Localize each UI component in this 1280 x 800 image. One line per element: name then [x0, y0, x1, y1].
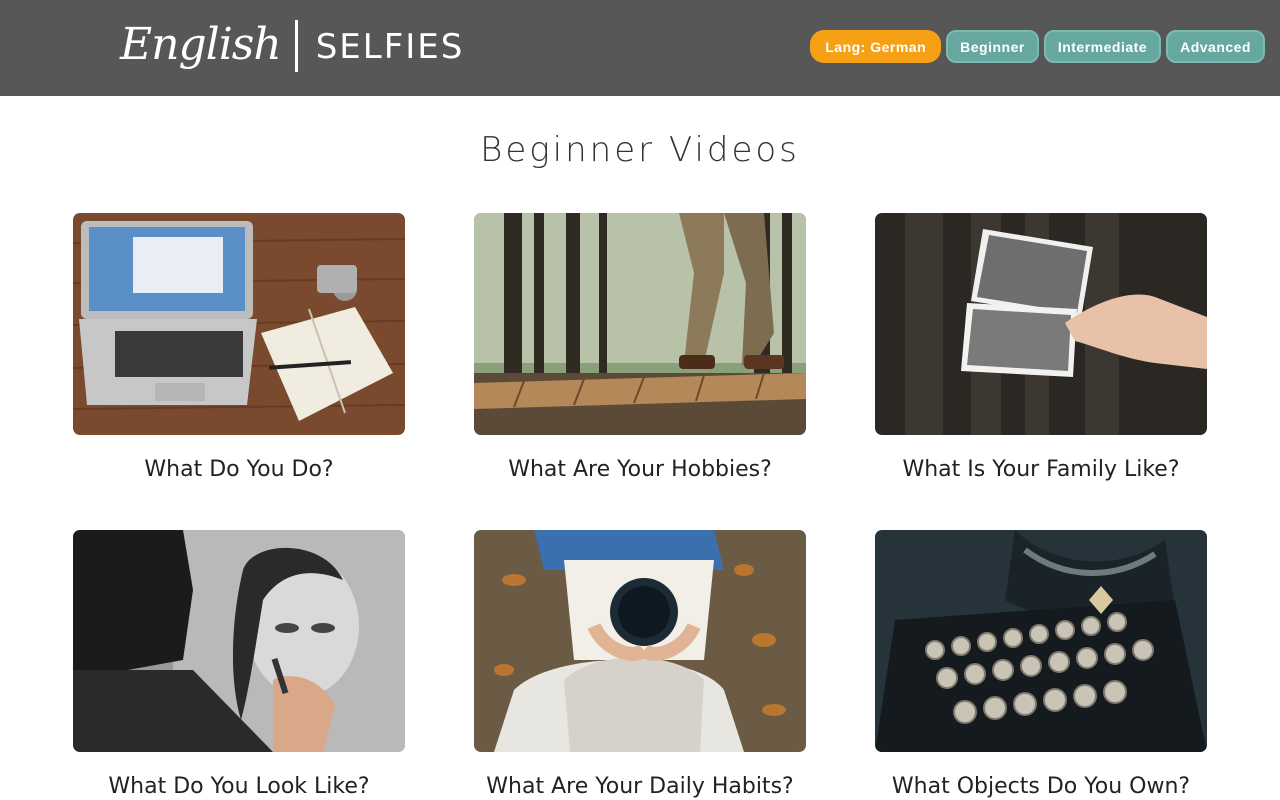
- coffee-cup-photo[interactable]: [474, 530, 806, 752]
- video-card[interactable]: What Is Your Family Like?: [875, 213, 1207, 485]
- video-title[interactable]: What Do You Look Like?: [73, 772, 405, 800]
- video-title[interactable]: What Is Your Family Like?: [875, 455, 1207, 485]
- typewriter-photo[interactable]: [875, 530, 1207, 752]
- video-title[interactable]: What Objects Do You Own?: [875, 772, 1207, 800]
- video-grid: What Do You Do? What Are Your Hobbies? W…: [73, 213, 1207, 800]
- video-title[interactable]: What Are Your Daily Habits?: [474, 772, 806, 800]
- old-family-photos[interactable]: [875, 213, 1207, 435]
- video-title[interactable]: What Are Your Hobbies?: [474, 455, 806, 485]
- typewriter-image: [875, 530, 1207, 752]
- forest-walk-photo[interactable]: [474, 213, 806, 435]
- page-title: Beginner Videos: [480, 130, 800, 170]
- video-title[interactable]: What Do You Do?: [73, 455, 405, 485]
- logo-divider: [294, 20, 298, 72]
- video-card[interactable]: What Are Your Daily Habits?: [474, 530, 806, 800]
- intermediate-button[interactable]: Intermediate: [1043, 30, 1162, 63]
- video-card[interactable]: What Do You Do?: [73, 213, 405, 485]
- portrait-drawing-image: [73, 530, 405, 752]
- site-header: English SELFIES Lang: German Beginner In…: [0, 0, 1280, 96]
- coffee-cup-image: [474, 530, 806, 752]
- laptop-notebook-photo[interactable]: [73, 213, 405, 435]
- video-card[interactable]: What Do You Look Like?: [73, 530, 405, 800]
- logo-selfies-text: SELFIES: [315, 27, 465, 67]
- logo-english-text: English: [120, 18, 282, 70]
- site-logo[interactable]: English SELFIES: [120, 14, 464, 86]
- laptop-notebook-image: [73, 213, 405, 435]
- old-family-photos-image: [875, 213, 1207, 435]
- language-button[interactable]: Lang: German: [810, 30, 942, 63]
- beginner-button[interactable]: Beginner: [946, 30, 1039, 63]
- video-card[interactable]: What Objects Do You Own?: [875, 530, 1207, 800]
- portrait-drawing-photo[interactable]: [73, 530, 405, 752]
- level-nav: Lang: German Beginner Intermediate Advan…: [810, 30, 1265, 63]
- video-card[interactable]: What Are Your Hobbies?: [474, 213, 806, 485]
- advanced-button[interactable]: Advanced: [1166, 30, 1265, 63]
- forest-walk-image: [474, 213, 806, 435]
